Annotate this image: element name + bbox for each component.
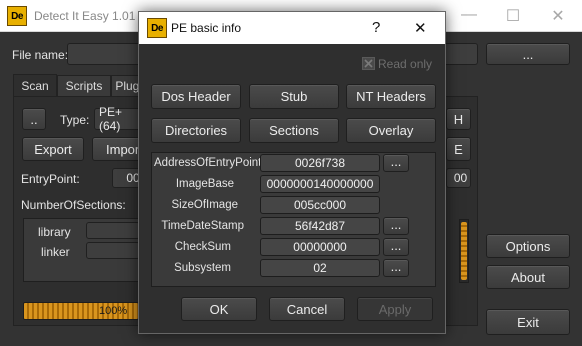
address-of-entry-point-more-button[interactable]: ... — [383, 154, 409, 172]
subsystem-value[interactable]: 02 — [260, 259, 380, 277]
list-item-library: library — [38, 225, 71, 239]
type-select[interactable]: PE+(64) — [94, 105, 144, 133]
dots-button[interactable]: .. — [22, 108, 46, 130]
cancel-button[interactable]: Cancel — [269, 297, 345, 321]
nt-headers-button[interactable]: NT Headers — [346, 84, 436, 109]
scrollbar-thumb[interactable] — [461, 222, 467, 280]
size-of-image-value[interactable]: 005cc000 — [260, 196, 380, 214]
library-value[interactable] — [86, 222, 140, 239]
entrypoint-label: EntryPoint: — [21, 172, 80, 186]
h-button[interactable]: H — [446, 108, 471, 130]
about-button[interactable]: About — [486, 265, 570, 289]
size-of-image-label: SizeOfImage — [171, 199, 238, 211]
time-date-stamp-more-button[interactable]: ... — [383, 217, 409, 235]
image-base-value[interactable]: 0000000140000000 — [260, 175, 380, 193]
time-date-stamp-value[interactable]: 56f42d87 — [260, 217, 380, 235]
dialog-title-bar: De PE basic info ? ✕ — [139, 12, 445, 44]
pe-info-panel: AddressOfEntryPoint 0026f738 ... ImageBa… — [151, 152, 436, 287]
close-button[interactable]: ✕ — [543, 6, 573, 26]
options-button[interactable]: Options — [486, 234, 570, 258]
read-only-label: Read only — [378, 57, 433, 71]
subsystem-label: Subsystem — [174, 262, 231, 274]
minimize-button[interactable]: — — [454, 6, 484, 24]
ok-button[interactable]: OK — [181, 297, 257, 321]
read-only-checkbox[interactable] — [362, 57, 375, 70]
progress-text: 100% — [99, 305, 128, 317]
browse-button[interactable]: ... — [486, 43, 570, 65]
apply-button[interactable]: Apply — [357, 297, 433, 321]
checkmark-icon — [364, 59, 373, 68]
tab-scan[interactable]: Scan — [13, 74, 57, 96]
directories-button[interactable]: Directories — [151, 118, 241, 143]
sections-button[interactable]: Sections — [249, 118, 339, 143]
list-item-linker: linker — [41, 245, 70, 259]
address-of-entry-point-label: AddressOfEntryPoint — [154, 157, 262, 169]
scan-progress: 100% — [23, 302, 139, 320]
time-date-stamp-label: TimeDateStamp — [161, 220, 244, 232]
e-button[interactable]: E — [446, 137, 471, 161]
image-base-label: ImageBase — [175, 178, 234, 190]
type-label: Type: — [60, 113, 90, 127]
maximize-button[interactable]: ☐ — [498, 6, 528, 26]
file-name-label: File name: — [12, 48, 69, 62]
checksum-label: CheckSum — [174, 241, 231, 253]
dialog-close-button[interactable]: ✕ — [414, 19, 427, 37]
number-of-sections-label: NumberOfSections: — [21, 198, 126, 212]
exit-button[interactable]: Exit — [486, 309, 570, 335]
right-partial-field[interactable]: 00 — [446, 168, 471, 188]
export-button[interactable]: Export — [22, 137, 84, 161]
dos-header-button[interactable]: Dos Header — [151, 84, 241, 109]
help-button[interactable]: ? — [372, 19, 380, 36]
overlay-button[interactable]: Overlay — [346, 118, 436, 143]
checksum-value[interactable]: 00000000 — [260, 238, 380, 256]
app-logo-icon: De — [7, 6, 27, 26]
stub-button[interactable]: Stub — [249, 84, 339, 109]
pe-basic-info-dialog: De PE basic info ? ✕ Read only Dos Heade… — [138, 11, 446, 334]
tab-scripts[interactable]: Scripts — [57, 75, 111, 96]
dialog-title: PE basic info — [171, 21, 242, 35]
list-scrollbar[interactable] — [459, 219, 469, 283]
subsystem-more-button[interactable]: ... — [383, 259, 409, 277]
checksum-more-button[interactable]: ... — [383, 238, 409, 256]
dialog-logo-icon: De — [147, 18, 167, 38]
detect-list: library linker — [23, 218, 140, 282]
linker-value[interactable] — [86, 242, 140, 259]
address-of-entry-point-value[interactable]: 0026f738 — [260, 154, 380, 172]
dialog-body: Read only Dos Header Stub NT Headers Dir… — [139, 44, 445, 333]
import-button[interactable]: Import — [92, 137, 144, 161]
window-title: Detect It Easy 1.01 — [34, 9, 136, 23]
